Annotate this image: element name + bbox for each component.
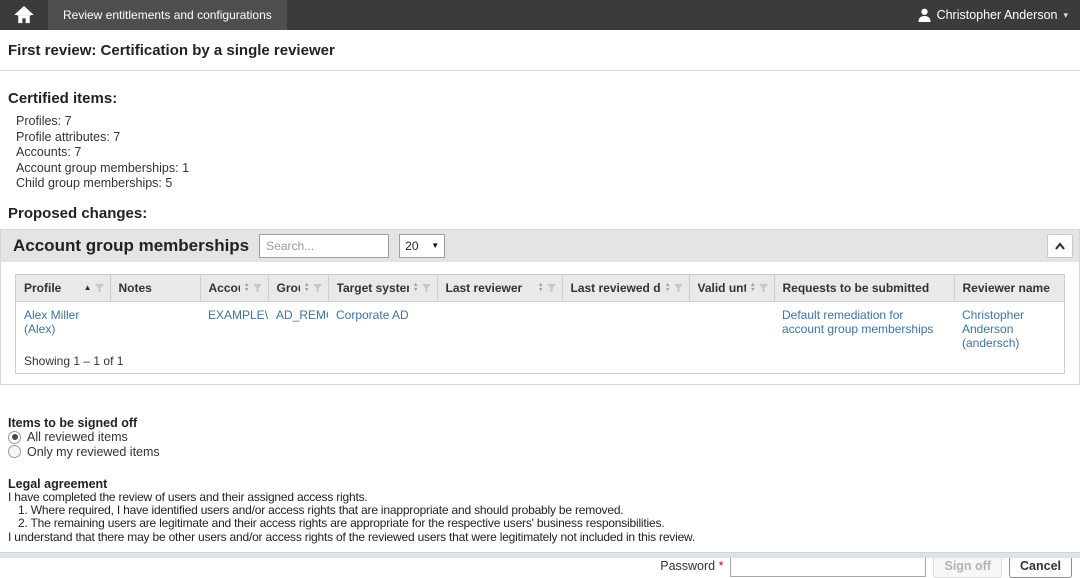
column-header-group[interactable]: Group ▲▼	[268, 275, 328, 302]
memberships-table: Profile ▲ Notes	[16, 275, 1064, 355]
user-menu[interactable]: Christopher Anderson ▾	[906, 0, 1080, 30]
top-navigation-bar: Review entitlements and configurations C…	[0, 0, 1080, 30]
radio-all-reviewed-items[interactable]: All reviewed items	[8, 430, 1080, 445]
filter-icon[interactable]	[253, 284, 262, 292]
certified-item-profile-attributes: Profile attributes: 7	[16, 130, 1080, 146]
page-size-select[interactable]: 20 ▼	[399, 234, 445, 258]
password-input[interactable]	[730, 555, 926, 577]
filter-icon[interactable]	[547, 284, 556, 292]
table-row[interactable]: Alex Miller (Alex) EXAMPLE\Alex AD_REMOT…	[16, 302, 1064, 355]
radio-only-my-reviewed-items[interactable]: Only my reviewed items	[8, 445, 1080, 460]
cell-notes	[110, 302, 200, 355]
search-input[interactable]	[259, 234, 389, 258]
cell-last-reviewed-date	[562, 302, 689, 355]
sort-icon[interactable]: ▲▼	[665, 283, 670, 293]
cell-valid-until	[689, 302, 774, 355]
account-group-memberships-panel: Account group memberships 20 ▼	[0, 229, 1080, 386]
tab-label: Review entitlements and configurations	[63, 8, 272, 22]
chevron-down-icon: ▾	[1063, 10, 1068, 21]
certified-item-accounts: Accounts: 7	[16, 145, 1080, 161]
radio-unselected-icon[interactable]	[8, 445, 21, 458]
radio-label: Only my reviewed items	[27, 445, 160, 460]
sort-icon[interactable]: ▲▼	[750, 283, 755, 293]
sign-off-button[interactable]: Sign off	[933, 555, 1002, 578]
certified-items-section: Certified items: Profiles: 7 Profile att…	[0, 90, 1080, 192]
home-icon	[14, 6, 34, 24]
page-size-value: 20	[405, 239, 418, 253]
column-header-last-reviewer[interactable]: Last reviewer ▲▼	[437, 275, 562, 302]
column-header-profile[interactable]: Profile ▲	[16, 275, 110, 302]
sort-icon[interactable]: ▲▼	[538, 283, 543, 293]
items-to-be-signed-off-section: Items to be signed off All reviewed item…	[0, 416, 1080, 459]
radio-selected-icon[interactable]	[8, 431, 21, 444]
sort-ascending-icon[interactable]: ▲	[84, 284, 92, 292]
column-header-notes[interactable]: Notes	[110, 275, 200, 302]
table-header-row: Profile ▲ Notes	[16, 275, 1064, 302]
column-header-target-system[interactable]: Target system ▲▼	[328, 275, 437, 302]
chevron-up-icon	[1054, 241, 1066, 251]
legal-agreement-heading: Legal agreement	[8, 477, 1080, 491]
column-header-last-reviewed-date[interactable]: Last reviewed date ▲▼	[562, 275, 689, 302]
user-icon	[918, 8, 931, 22]
sort-icon[interactable]: ▲▼	[413, 283, 418, 293]
user-name: Christopher Anderson	[937, 8, 1058, 22]
cell-requests-to-be-submitted[interactable]: Default remediation for account group me…	[774, 302, 954, 355]
cell-reviewer-name[interactable]: Christopher Anderson (andersch)	[954, 302, 1064, 355]
required-marker: *	[719, 559, 724, 573]
topbar-spacer	[287, 0, 906, 30]
sort-icon[interactable]: ▲▼	[244, 283, 249, 293]
cell-group[interactable]: AD_REMOTE	[268, 302, 328, 355]
table-paging-status: Showing 1 – 1 of 1	[16, 354, 1064, 373]
panel-header: Account group memberships 20 ▼	[1, 229, 1079, 262]
panel-body: Profile ▲ Notes	[1, 262, 1079, 385]
cell-target-system[interactable]: Corporate AD	[328, 302, 437, 355]
cell-profile[interactable]: Alex Miller (Alex)	[16, 302, 110, 355]
column-header-account[interactable]: Account ▲▼	[200, 275, 268, 302]
filter-icon[interactable]	[422, 284, 431, 292]
legal-line: I understand that there may be other use…	[8, 531, 1080, 544]
page-title: First review: Certification by a single …	[8, 42, 1070, 59]
column-header-requests-to-be-submitted[interactable]: Requests to be submitted	[774, 275, 954, 302]
certified-item-account-group-memberships: Account group memberships: 1	[16, 161, 1080, 177]
column-header-reviewer-name[interactable]: Reviewer name	[954, 275, 1064, 302]
items-to-be-signed-off-heading: Items to be signed off	[8, 416, 1080, 430]
certified-items-heading: Certified items:	[0, 90, 1080, 107]
column-header-valid-until[interactable]: Valid until ▲▼	[689, 275, 774, 302]
certified-item-child-group-memberships: Child group memberships: 5	[16, 176, 1080, 192]
tab-review-entitlements[interactable]: Review entitlements and configurations	[48, 0, 287, 30]
cancel-button[interactable]: Cancel	[1009, 555, 1072, 578]
home-button[interactable]	[0, 0, 48, 30]
filter-icon[interactable]	[759, 284, 768, 292]
proposed-changes-heading: Proposed changes:	[0, 205, 1080, 222]
filter-icon[interactable]	[313, 284, 322, 292]
cell-last-reviewer	[437, 302, 562, 355]
footer-strip	[0, 552, 1080, 558]
filter-icon[interactable]	[674, 284, 683, 292]
legal-line: 2. The remaining users are legitimate an…	[8, 517, 1080, 530]
action-bar: Password * Sign off Cancel	[0, 555, 1080, 578]
password-label: Password *	[660, 559, 723, 573]
certified-item-profiles: Profiles: 7	[16, 114, 1080, 130]
cell-account[interactable]: EXAMPLE\Alex	[200, 302, 268, 355]
radio-label: All reviewed items	[27, 430, 128, 445]
collapse-panel-button[interactable]	[1047, 234, 1073, 258]
chevron-down-icon: ▼	[431, 241, 439, 250]
title-bar: First review: Certification by a single …	[0, 30, 1080, 71]
legal-agreement-section: Legal agreement I have completed the rev…	[0, 477, 1080, 544]
certified-items-list: Profiles: 7 Profile attributes: 7 Accoun…	[16, 114, 1080, 192]
sort-icon[interactable]: ▲▼	[304, 283, 309, 293]
filter-icon[interactable]	[95, 284, 104, 292]
memberships-grid: Profile ▲ Notes	[15, 274, 1065, 375]
panel-title: Account group memberships	[13, 236, 249, 256]
